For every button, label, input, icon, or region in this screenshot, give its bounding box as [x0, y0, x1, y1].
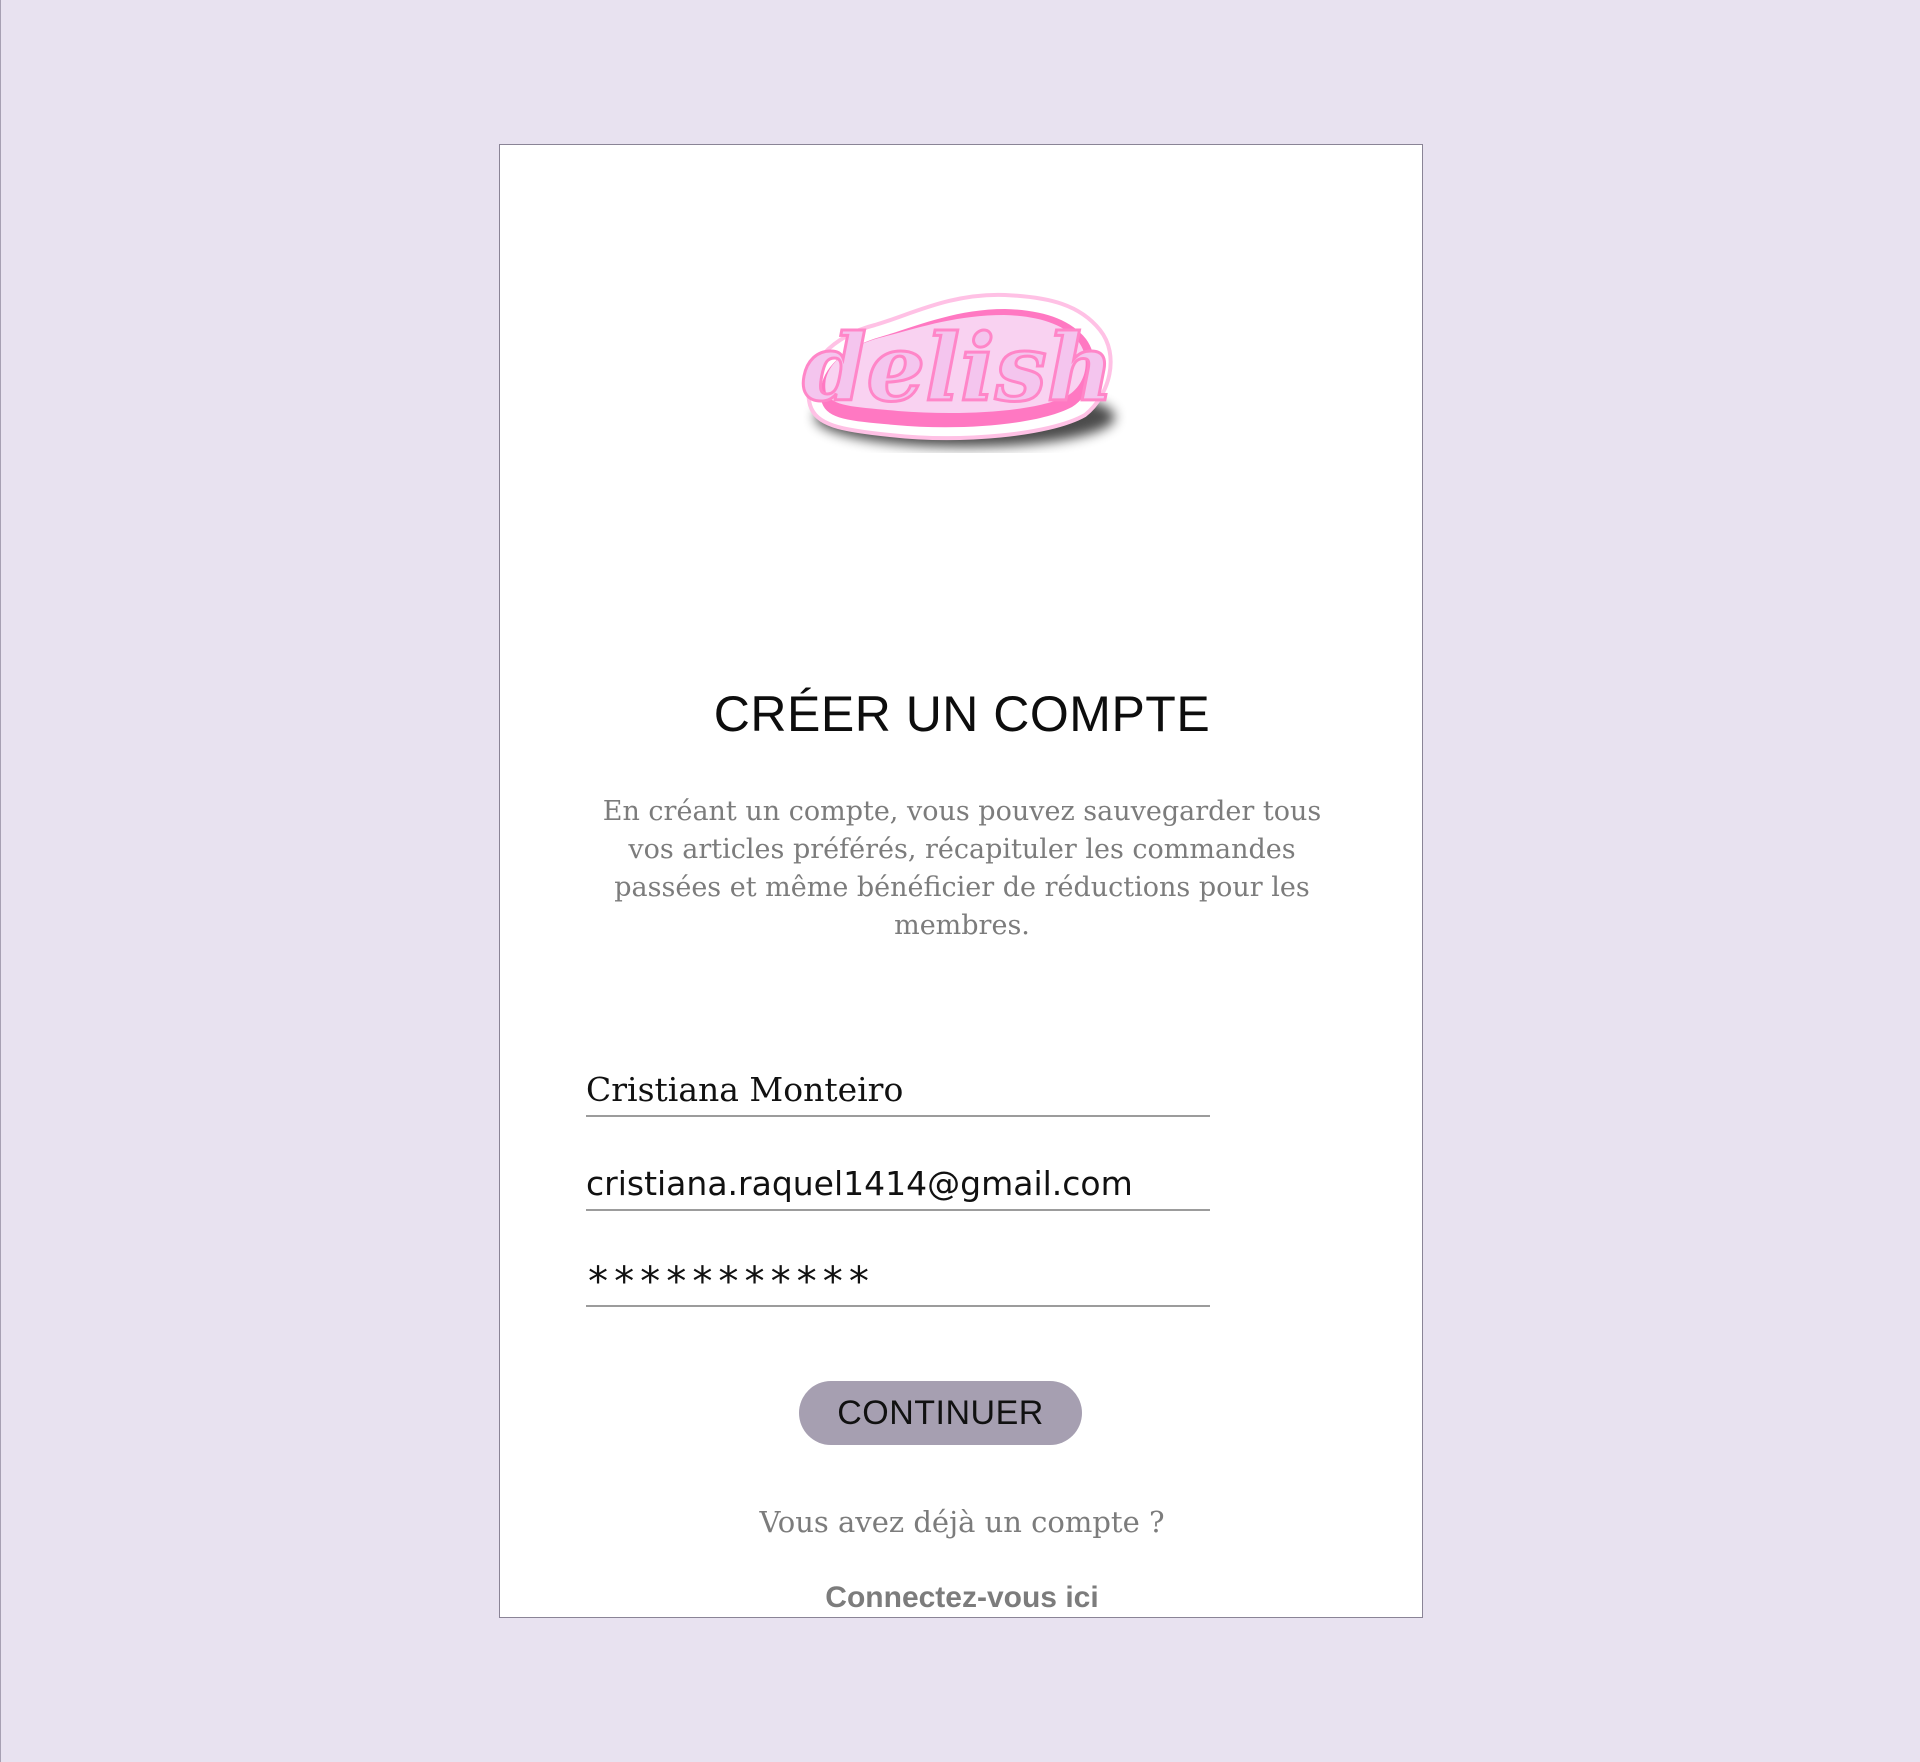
- continue-button[interactable]: CONTINUER: [799, 1381, 1082, 1445]
- page-title: CRÉER UN COMPTE: [713, 686, 1211, 742]
- signup-description: En créant un compte, vous pouvez sauvega…: [602, 796, 1322, 941]
- signup-card: delish CRÉER UN COMPTE En créant un comp…: [499, 144, 1423, 1618]
- already-account-text: Vous avez déjà un compte ?: [759, 1505, 1165, 1539]
- password-value: ***********: [586, 1259, 873, 1305]
- delish-logo: delish: [801, 292, 1115, 447]
- password-field[interactable]: ***********: [586, 1251, 1210, 1307]
- email-value: cristiana.raquel1414@gmail.com: [586, 1164, 1133, 1203]
- name-value: Cristiana Monteiro: [586, 1070, 904, 1109]
- page-background: delish CRÉER UN COMPTE En créant un comp…: [0, 0, 1920, 1762]
- login-link[interactable]: Connectez-vous ici: [500, 1581, 1424, 1615]
- name-field[interactable]: Cristiana Monteiro: [586, 1061, 1210, 1117]
- logo-wordmark: delish: [802, 314, 1113, 422]
- email-field[interactable]: cristiana.raquel1414@gmail.com: [586, 1155, 1210, 1211]
